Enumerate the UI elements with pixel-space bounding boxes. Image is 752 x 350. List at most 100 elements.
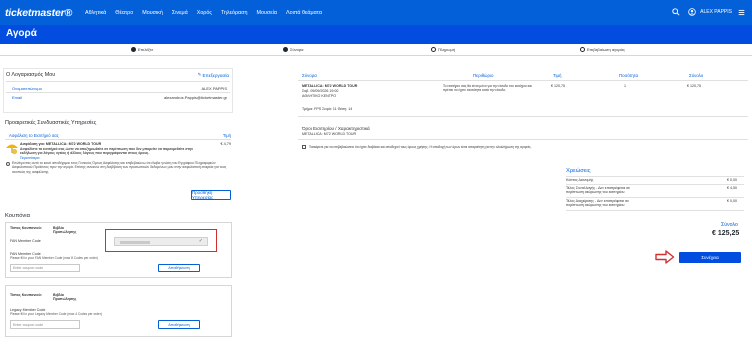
divider (566, 184, 744, 185)
step-dot (131, 47, 136, 52)
divider (6, 92, 230, 93)
insurance-product-title: Ασφάλιση για: METALLICA: M72 WORLD TOUR (20, 142, 102, 146)
search-icon[interactable] (671, 7, 681, 17)
ticket-quantity: 1 (624, 84, 626, 88)
fan-code-help: Please fill in your FAN Member Code (max… (10, 256, 98, 260)
name-value: ALEX PAPPIS (201, 86, 228, 91)
charge-delivery-value: € 0,00 (727, 178, 737, 182)
email-label: Email (12, 95, 23, 100)
user-name[interactable]: ALEX PAPPIS (700, 9, 732, 15)
step-dot (580, 47, 585, 52)
col-total: Σύνολο (689, 73, 704, 78)
conditions-event: METALLICA: M72 WORLD TOUR (302, 132, 357, 136)
user-icon[interactable] (687, 7, 697, 17)
nav-sports[interactable]: Αθλητικά (85, 10, 106, 16)
step-dot (431, 47, 436, 52)
ticket-total: € 120,75 (687, 84, 701, 88)
nav-theatre[interactable]: Θέατρο (115, 10, 133, 16)
consent-checkbox[interactable] (6, 162, 10, 166)
apply-fan-coupon-button[interactable]: Αποθήκευση (158, 264, 200, 272)
fan-code-label: FAN Member Code (10, 239, 41, 243)
highlight-box: ✓ (105, 229, 217, 252)
coupon-type-label: Τύπος Κουπονιού: (10, 293, 42, 297)
insurance-price: € 4,79 (220, 142, 231, 146)
col-price: Τιμή (553, 73, 562, 78)
nav-dance[interactable]: Χορός (197, 10, 212, 16)
menu-icon[interactable] (736, 7, 746, 17)
insurance-header: Ασφάλιση το Εισιτήριό σας (9, 133, 59, 138)
redacted-code (120, 241, 150, 244)
total-value: € 125,25 (712, 230, 740, 237)
coupon-type-value: Βιβλίο Προπώλησης (53, 293, 77, 302)
charge-handling-value: € 0,00 (727, 199, 737, 203)
name-label: Ονοματεπώνυμο (12, 86, 42, 91)
insurance-description: Ασφαλίστε τα εισιτήριά σας ώστε να αποζη… (20, 147, 193, 156)
nav-tv[interactable]: Τηλεόραση (221, 10, 248, 16)
col-event: Σύνορα (302, 73, 317, 78)
services-title: Προαιρετικές Συνδυαστικές Υπηρεσίες (5, 120, 97, 126)
ticket-description: Το εισιτήριο σας θα είναι μόνο για την ε… (443, 84, 532, 93)
add-service-button[interactable]: Προσθήκη Υπηρεσίας (191, 190, 231, 200)
nav-cinema[interactable]: Σινεμά (172, 10, 188, 16)
charges-title: Χρεώσεις (566, 168, 591, 174)
divider (298, 80, 748, 81)
account-panel: Ο Λογαριασμός Μου ✎ Επεξεργασία Ονοματεπώ… (3, 68, 233, 113)
ticket-price: € 120,75 (551, 84, 565, 88)
coupon-type-value: Βιβλίο Προπώλησης (53, 226, 77, 235)
event-venue[interactable]: ΑΘΛΗΤΙΚΟ ΚΕΝΤΡΟ (302, 94, 336, 98)
conditions-title: Όροι Εισιτηρίου / Χαρακτηριστικά (302, 126, 370, 131)
divider (6, 81, 230, 82)
legacy-coupon-input[interactable]: Enter coupon code (10, 320, 80, 329)
col-description: Περιθώριο (473, 73, 494, 78)
divider (298, 139, 748, 140)
divider (566, 176, 744, 177)
total-label: Σύνολο (721, 222, 738, 228)
main-nav: Αθλητικά Θέατρο Μουσική Σινεμά Χορός Τηλ… (85, 10, 331, 16)
coupons-title: Κουπόνια (5, 213, 30, 219)
event-name: METALLICA: M72 WORLD TOUR (302, 84, 358, 88)
top-navigation: ticketmaster® Αθλητικά Θέατρο Μουσική Σι… (0, 0, 752, 25)
services-panel: Προαιρετικές Συνδυαστικές Υπηρεσίες Ασφά… (3, 118, 233, 204)
divider (298, 116, 748, 117)
email-value: alexandros.Pappis@ticketmaster.gr (164, 95, 227, 100)
page-title: Αγορά (6, 28, 37, 39)
nav-other[interactable]: Λοιπά θεάματα (286, 10, 322, 16)
continue-button[interactable]: Συνέχεια (679, 252, 741, 263)
seat-info: Τμήμα: FPS Σειρά: 11 Θέση: 14 (302, 107, 353, 111)
charge-handling-label: Τέλος Διαχείρισης - Δεν επιστρέφεται σε … (566, 199, 629, 208)
fan-coupon-input[interactable]: Enter coupon code (10, 264, 80, 272)
charge-transaction-label: Τέλος Συναλλαγής - Δεν επιστρέφεται σε π… (566, 186, 631, 195)
price-header: Τιμή (222, 133, 231, 138)
charge-delivery-label: Κόστος Διανομής (566, 178, 594, 182)
coupon-type-label: Τύπος Κουπονιού: (10, 226, 42, 230)
insurance-more-link[interactable]: Περισσότερα (20, 156, 39, 160)
nav-museums[interactable]: Μουσεία (256, 10, 276, 16)
edit-account-link[interactable]: ✎ Επεξεργασία (198, 72, 229, 78)
insurance-umbrella-icon (5, 141, 19, 160)
check-icon: ✓ (198, 238, 203, 244)
coupon-box-legacy: Τύπος Κουπονιού: Βιβλίο Προπώλησης Legac… (5, 285, 232, 337)
legacy-code-help: Please fill in your Legacy Member Code (… (10, 312, 102, 316)
charge-transaction-value: € 4,50 (727, 186, 737, 190)
nav-music[interactable]: Μουσική (142, 10, 163, 16)
conditions-checkbox[interactable] (302, 145, 306, 149)
divider (566, 210, 744, 211)
conditions-text: Τσεκάρετε για να επιβεβαιώσετε ότι έχετε… (309, 145, 532, 149)
edit-icon: ✎ (197, 72, 202, 77)
divider (5, 139, 231, 140)
ticketmaster-logo[interactable]: ticketmaster® (5, 7, 72, 19)
step-payment: Πληρωμή (431, 47, 455, 52)
step-confirmation: Επιβεβαίωση αγοράς (580, 47, 625, 52)
checkout-stepper: Επιλέξτε Σύνορα Πληρωμή Επιβεβαίωση αγορ… (0, 44, 752, 56)
account-title: Ο Λογαριασμός Μου (6, 72, 56, 78)
event-date: Σαβ. 09/09/2026 19:00 (302, 89, 339, 93)
apply-legacy-coupon-button[interactable]: Αποθήκευση (158, 320, 200, 329)
step-overview: Σύνορα (283, 47, 303, 52)
divider (566, 197, 744, 198)
arrow-right-icon (655, 250, 675, 269)
step-select: Επιλέξτε (131, 47, 153, 52)
fan-code-entered-field[interactable]: ✓ (114, 237, 208, 246)
col-quantity: Ποσότητα (619, 73, 639, 78)
title-band: Αγορά (0, 25, 752, 44)
step-dot-active (283, 47, 288, 52)
